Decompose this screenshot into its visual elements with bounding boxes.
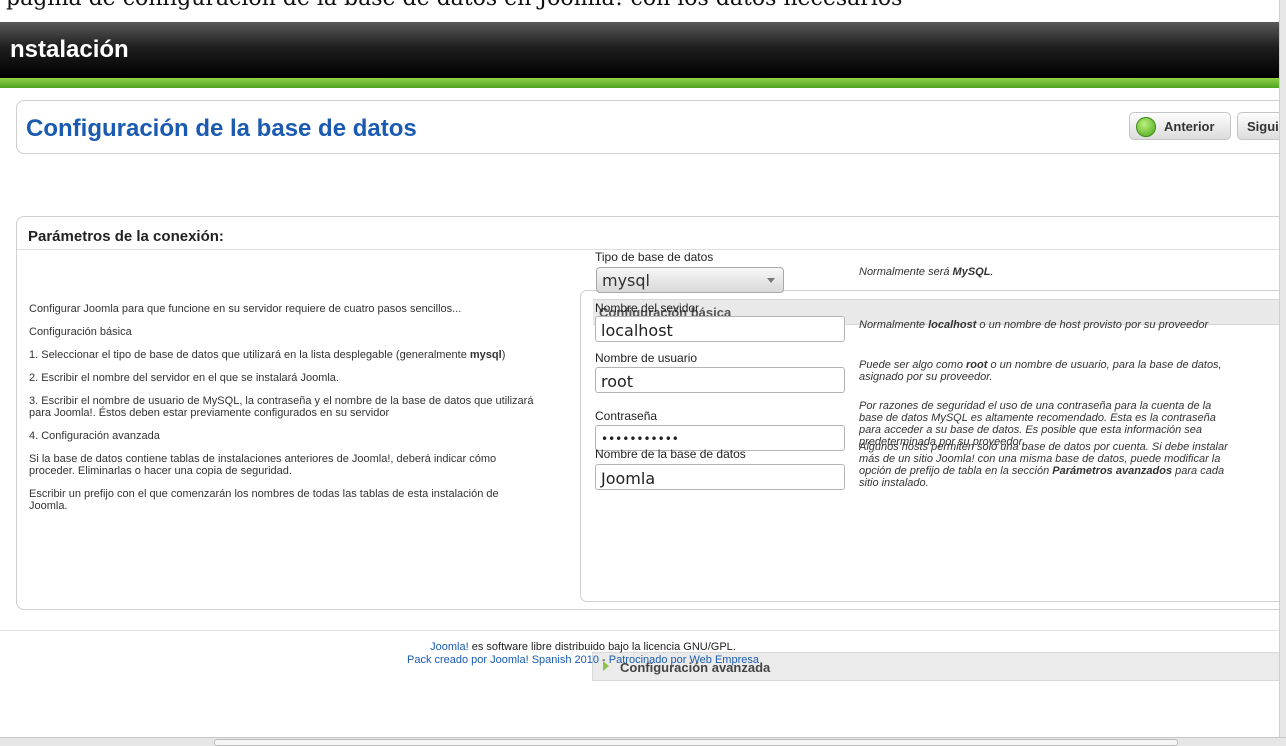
footer-license-text: es software libre distribuido bajo la li…: [468, 641, 736, 653]
instructions: Configurar Joomla para que funcione en s…: [29, 303, 535, 523]
db-name-help-line3: opción de prefijo de tabla en la sección: [859, 465, 1053, 477]
user-help-bold: root: [966, 359, 988, 371]
user-help: Puede ser algo como root o un nombre de …: [859, 359, 1286, 383]
host-help-end: o un nombre de host provisto por su prov…: [976, 319, 1209, 331]
intro-step-4: 4. Configuración avanzada: [29, 430, 160, 442]
intro-step-1: 1. Seleccionar el tipo de base de datos …: [29, 349, 535, 361]
db-type-select[interactable]: mysql: [596, 267, 784, 293]
db-name-label: Nombre de la base de datos: [595, 447, 746, 461]
section-header: Parámetros de la conexión:: [16, 216, 1286, 250]
password-help-line1: Por razones de seguridad el uso de una c…: [859, 400, 1212, 412]
db-name-help-line4: sitio instalado.: [859, 477, 929, 489]
web-empresa-link[interactable]: Patrocinado por Web Empresa: [609, 654, 759, 666]
joomla-spanish-link[interactable]: Pack creado por Joomla! Spanish 2010: [407, 654, 599, 666]
db-type-help-bold: MySQL: [952, 266, 991, 278]
db-type-help-end: .: [990, 266, 994, 278]
db-name-input[interactable]: Joomla: [595, 464, 845, 490]
user-help-line2: asignado por su proveedor.: [859, 371, 993, 383]
previous-button-label: Anterior: [1164, 119, 1215, 134]
intro-paragraph: Configurar Joomla para que funcione en s…: [29, 303, 462, 315]
password-help-line3: para acceder a su base de datos. Es posi…: [859, 424, 1203, 436]
host-label: Nombre del sevidor: [595, 301, 700, 315]
footer-separator: -: [599, 654, 609, 666]
vertical-scrollbar[interactable]: [1279, 0, 1286, 737]
db-type-help-text: Normalmente será: [859, 266, 953, 278]
top-caption-text: página de configuración de la base de da…: [6, 0, 902, 11]
host-help-text: Normalmente: [859, 319, 929, 331]
user-label: Nombre de usuario: [595, 351, 698, 365]
host-help-bold: localhost: [928, 319, 977, 331]
user-help-end: o un nombre de usuario, para la base de …: [987, 359, 1222, 371]
step1-text: 1. Seleccionar el tipo de base de datos …: [29, 349, 470, 361]
password-help-line2: base de datos MySQL es altamente recomen…: [859, 412, 1216, 424]
footer-line-1: Joomla! es software libre distribuido ba…: [0, 641, 1166, 654]
footer: Joomla! es software libre distribuido ba…: [0, 641, 1166, 667]
header-bar: nstalación: [0, 22, 1286, 78]
db-type-value: mysql: [602, 271, 650, 290]
host-input[interactable]: localhost: [595, 316, 845, 342]
previous-button[interactable]: Anterior: [1129, 112, 1231, 140]
intro-basic-heading: Configuración básica: [29, 326, 132, 338]
intro-step-3: 3. Escribir el nombre de usuario de MySQ…: [29, 395, 534, 419]
intro-prefix-note: Escribir un prefijo con el que comenzará…: [29, 488, 499, 512]
step1-end: ): [501, 349, 506, 361]
section-title: Parámetros de la conexión:: [28, 228, 224, 245]
db-type-label: Tipo de base de datos: [595, 250, 714, 264]
footer-line-2: Pack creado por Joomla! Spanish 2010 - P…: [0, 654, 1166, 667]
intro-tables-note: Si la base de datos contiene tablas de i…: [29, 453, 497, 477]
top-caption: página de configuración de la base de da…: [0, 0, 1286, 22]
host-help: Normalmente localhost o un nombre de hos…: [859, 319, 1286, 331]
step1-bold: mysql: [469, 349, 502, 361]
db-name-help-line3-end: para cada: [1172, 465, 1225, 477]
db-name-help-line2: más de un sitio Joomla! con una misma ba…: [859, 453, 1221, 465]
db-type-help: Normalmente será MySQL.: [859, 266, 1286, 278]
user-input[interactable]: root: [595, 367, 845, 393]
title-panel: Configuración de la base de datos Anteri…: [16, 100, 1286, 154]
header-title: nstalación: [10, 36, 129, 63]
joomla-link[interactable]: Joomla!: [430, 641, 469, 653]
back-arrow-icon: [1136, 117, 1156, 137]
intro-step-2: 2. Escribir el nombre del servidor en el…: [29, 372, 339, 384]
green-strip: [0, 78, 1286, 88]
chevron-down-icon: [767, 278, 775, 283]
footer-divider: [0, 630, 1286, 631]
db-name-help-line1: Algunos hosts permiten solo una base de …: [859, 441, 1228, 453]
page-title: Configuración de la base de datos: [26, 115, 417, 142]
user-help-text: Puede ser algo como: [859, 359, 967, 371]
password-label: Contraseña: [595, 409, 658, 423]
db-name-help: Algunos hosts permiten solo una base de …: [859, 441, 1286, 489]
db-name-help-bold: Parámetros avanzados: [1052, 465, 1173, 477]
